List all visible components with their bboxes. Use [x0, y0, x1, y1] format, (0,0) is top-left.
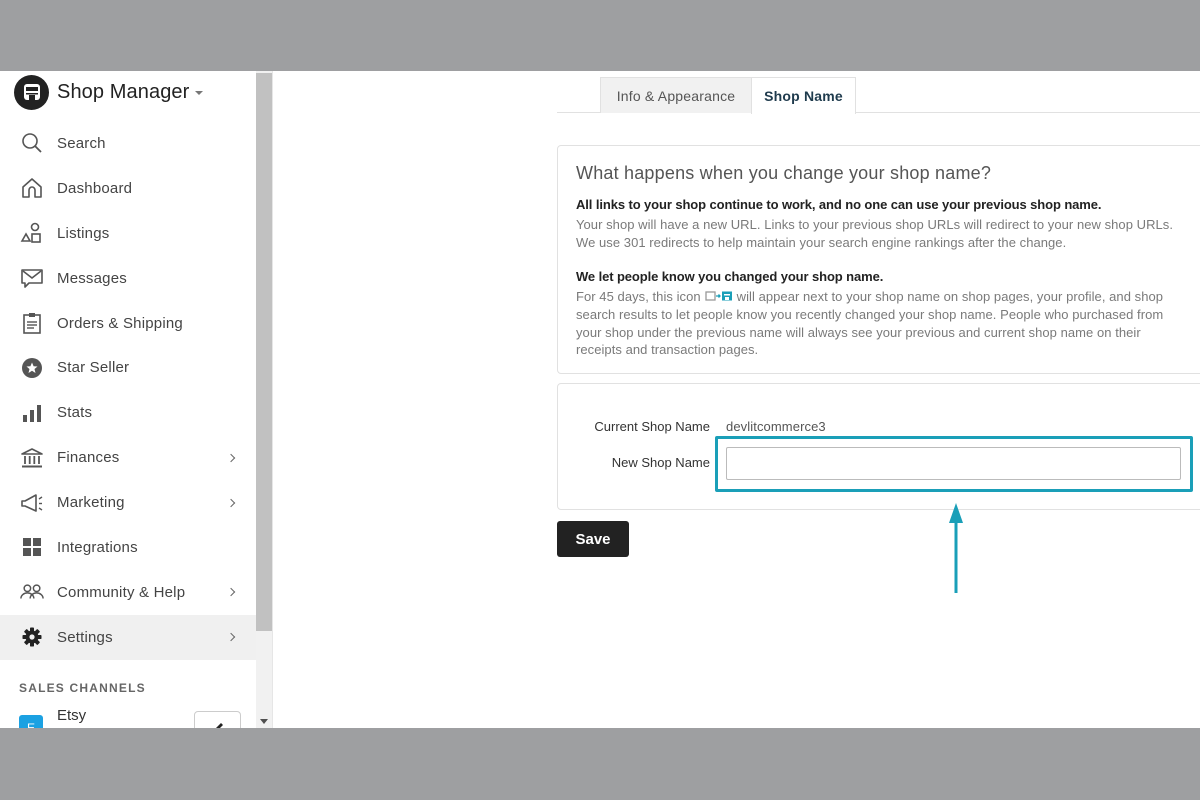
- clipboard-icon: [20, 311, 44, 335]
- save-button[interactable]: Save: [557, 521, 629, 557]
- bank-icon: [20, 446, 44, 470]
- chevron-right-icon: [226, 453, 236, 462]
- notify-heading: We let people know you changed your shop…: [576, 269, 884, 284]
- gear-icon: [20, 625, 44, 649]
- shop-name-form-card: Current Shop Name devlitcommerce3 New Sh…: [557, 383, 1200, 510]
- shop-name-changed-icon: [705, 289, 733, 307]
- notify-body-before: For 45 days, this icon: [576, 289, 701, 304]
- sales-channel-etsy[interactable]: E Etsy: [19, 707, 249, 728]
- sidebar-scrollbar-thumb[interactable]: [256, 73, 272, 631]
- sidebar-item-dashboard[interactable]: Dashboard: [0, 166, 256, 211]
- grid-icon: [20, 535, 44, 559]
- envelope-icon: [20, 266, 44, 290]
- sidebar-item-label: Stats: [57, 404, 93, 422]
- sidebar-item-label: Integrations: [57, 538, 138, 556]
- sales-channels-header: SALES CHANNELS: [19, 681, 146, 695]
- sidebar-item-orders-shipping[interactable]: Orders & Shipping: [0, 301, 256, 346]
- links-heading: All links to your shop continue to work,…: [576, 197, 1102, 212]
- shop-manager-title: Shop Manager: [57, 80, 190, 103]
- caret-down-icon: [195, 91, 204, 95]
- shapes-icon: [20, 221, 44, 245]
- edit-channel-button[interactable]: [194, 711, 241, 728]
- sidebar-item-label: Orders & Shipping: [57, 314, 183, 332]
- pencil-icon: [211, 721, 225, 728]
- app-viewport: Shop Manager Search Dashboard Listings M…: [0, 71, 1200, 728]
- shop-manager-menu[interactable]: Shop Manager: [14, 74, 204, 110]
- star-badge-icon: [20, 356, 44, 380]
- notify-body: For 45 days, this icon will appear next t…: [576, 288, 1176, 359]
- sidebar-scrollbar[interactable]: [256, 71, 272, 728]
- sidebar-item-label: Finances: [57, 449, 120, 467]
- sidebar-item-label: Dashboard: [57, 179, 133, 197]
- arrow-up-annotation-icon: [949, 503, 963, 593]
- tab-shop-name[interactable]: Shop Name: [751, 77, 856, 114]
- shop-logo-icon: [14, 74, 49, 110]
- sidebar-item-finances[interactable]: Finances: [0, 435, 256, 480]
- sidebar: Shop Manager Search Dashboard Listings M…: [0, 71, 256, 728]
- current-shop-name-value: devlitcommerce3: [726, 419, 826, 434]
- sidebar-item-label: Messages: [57, 269, 127, 287]
- tab-info-appearance[interactable]: Info & Appearance: [600, 77, 752, 113]
- sidebar-item-settings[interactable]: Settings: [0, 614, 256, 660]
- etsy-badge-icon: E: [19, 715, 43, 728]
- scroll-down-arrow-icon[interactable]: [260, 719, 268, 724]
- main-content: Info & Appearance Shop Name What happens…: [273, 71, 1200, 728]
- sidebar-item-integrations[interactable]: Integrations: [0, 525, 256, 570]
- sidebar-item-stats[interactable]: Stats: [0, 390, 256, 435]
- sidebar-item-label: Listings: [57, 224, 110, 242]
- sidebar-item-community-help[interactable]: Community & Help: [0, 570, 256, 615]
- sidebar-item-star-seller[interactable]: Star Seller: [0, 345, 256, 390]
- sidebar-item-label: Star Seller: [57, 359, 130, 377]
- new-shop-name-label: New Shop Name: [611, 455, 710, 470]
- info-card-title: What happens when you change your shop n…: [576, 163, 992, 183]
- sidebar-item-label: Settings: [57, 628, 113, 646]
- sidebar-item-label: Marketing: [57, 494, 125, 512]
- people-icon: [20, 580, 44, 604]
- sidebar-item-messages[interactable]: Messages: [0, 256, 256, 301]
- megaphone-icon: [20, 491, 44, 515]
- sidebar-nav: Search Dashboard Listings Messages Order…: [0, 121, 256, 660]
- sidebar-item-label: Community & Help: [57, 583, 186, 601]
- sidebar-item-listings[interactable]: Listings: [0, 211, 256, 256]
- search-icon: [20, 131, 44, 155]
- sidebar-item-marketing[interactable]: Marketing: [0, 480, 256, 525]
- bar-chart-icon: [20, 401, 44, 425]
- chevron-right-icon: [226, 632, 236, 642]
- chevron-right-icon: [226, 498, 236, 507]
- links-body: Your shop will have a new URL. Links to …: [576, 217, 1174, 250]
- home-icon: [20, 176, 44, 200]
- sidebar-item-label: Search: [57, 134, 106, 152]
- shop-name-info-card: What happens when you change your shop n…: [557, 145, 1200, 374]
- chevron-right-icon: [226, 588, 236, 597]
- current-shop-name-label: Current Shop Name: [594, 419, 710, 434]
- new-shop-name-input[interactable]: [726, 447, 1181, 480]
- sales-channel-label: Etsy: [57, 707, 87, 724]
- sidebar-item-search[interactable]: Search: [0, 121, 256, 166]
